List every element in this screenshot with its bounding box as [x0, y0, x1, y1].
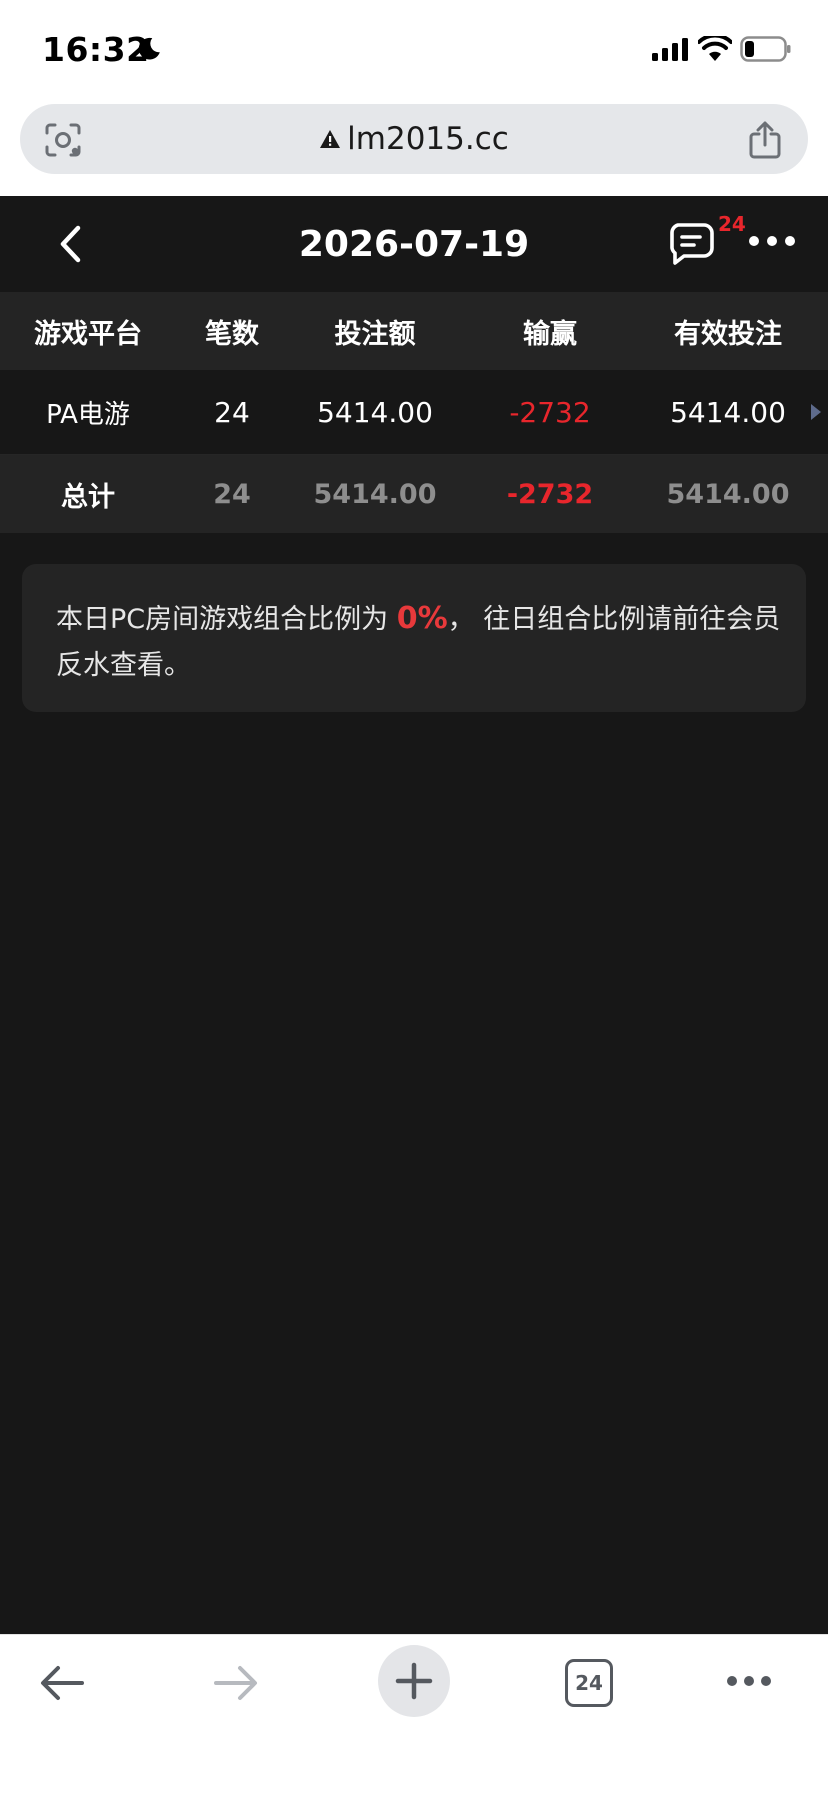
total-label: 总计	[61, 481, 115, 513]
notice-card: 本日PC房间游戏组合比例为 0%， 往日组合比例请前往会员反水查看。	[22, 564, 806, 712]
total-count: 24	[213, 478, 251, 510]
moon-icon	[138, 37, 160, 60]
column-header-winloss: 输赢	[523, 318, 577, 350]
cell-count: 24	[214, 395, 250, 429]
share-icon[interactable]	[748, 120, 782, 160]
battery-icon	[740, 36, 791, 62]
total-winloss: -2732	[506, 478, 594, 510]
column-header-count: 笔数	[205, 318, 259, 350]
insecure-warning-icon	[320, 130, 341, 148]
plus-icon	[395, 1662, 433, 1700]
cell-platform: PA电游	[46, 399, 130, 430]
total-valid-bet: 5414.00	[666, 478, 790, 510]
url-text[interactable]: lm2015.cc	[347, 121, 509, 157]
cell-winloss: -2732	[509, 395, 591, 429]
column-header-valid-bet: 有效投注	[674, 318, 782, 350]
status-time: 16:32	[42, 30, 150, 69]
total-bet: 5414.00	[313, 478, 437, 510]
message-icon[interactable]	[668, 222, 716, 266]
address-bar[interactable]: lm2015.cc	[20, 104, 808, 174]
browser-toolbar: 24	[0, 1634, 828, 1793]
cell-bet: 5414.00	[317, 395, 433, 429]
table-total-row: 总计 24 5414.00 -2732 5414.00	[0, 455, 828, 533]
table-header-row: 游戏平台 笔数 投注额 输赢 有效投注	[0, 292, 828, 370]
browser-address-area: lm2015.cc	[0, 98, 828, 196]
table-row[interactable]: PA电游 24 5414.00 -2732 5414.00	[0, 370, 828, 455]
more-icon[interactable]	[748, 234, 796, 248]
arrow-left-icon[interactable]	[38, 1665, 86, 1701]
bet-record-table: 游戏平台 笔数 投注额 输赢 有效投注 PA电游 24 5414.00 -273…	[0, 292, 828, 533]
more-icon[interactable]	[726, 1675, 772, 1687]
app-header: 2026-07-19 24	[0, 196, 828, 292]
notice-text-before: 本日PC房间游戏组合比例为	[56, 604, 397, 635]
arrow-right-icon[interactable]	[212, 1665, 260, 1701]
cellular-signal-icon	[652, 38, 688, 61]
cell-valid-bet: 5414.00	[670, 395, 786, 429]
caret-right-icon[interactable]	[810, 403, 822, 421]
column-header-bet: 投注额	[334, 318, 416, 350]
combo-percentage: 0%	[396, 601, 448, 636]
wifi-icon	[698, 36, 732, 61]
message-badge: 24	[718, 212, 746, 236]
status-bar: 16:32	[0, 0, 828, 98]
tabs-button[interactable]: 24	[565, 1659, 613, 1707]
notice-text: 本日PC房间游戏组合比例为 0%， 往日组合比例请前往会员反水查看。	[56, 596, 786, 689]
column-header-platform: 游戏平台	[34, 318, 142, 350]
new-tab-button[interactable]	[378, 1645, 450, 1717]
